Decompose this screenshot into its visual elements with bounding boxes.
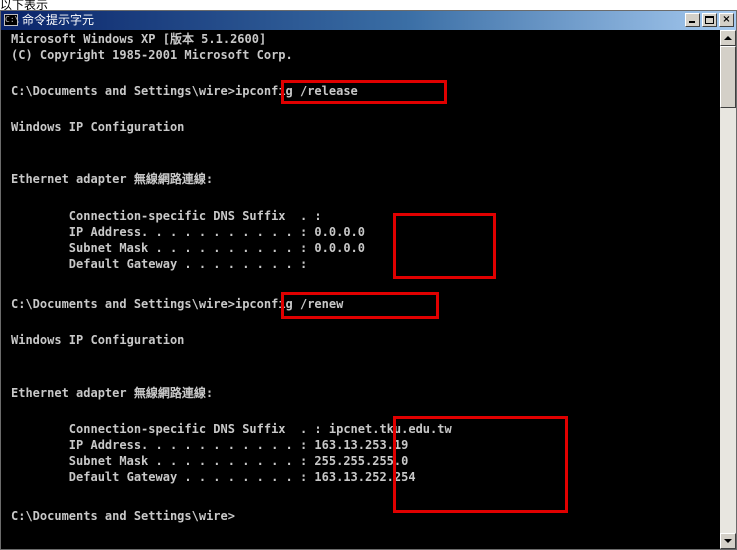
maximize-button[interactable]	[702, 13, 717, 27]
console-line: C:\Documents and Settings\wire>	[11, 509, 235, 523]
scroll-up-button[interactable]	[720, 30, 736, 46]
console-line: Microsoft Windows XP [版本 5.1.2600]	[11, 32, 267, 46]
console-output[interactable]: Microsoft Windows XP [版本 5.1.2600] (C) C…	[1, 30, 720, 549]
console-line: (C) Copyright 1985-2001 Microsoft Corp.	[11, 48, 293, 62]
console-line: Ethernet adapter 無線網路連線:	[11, 386, 214, 400]
window-title: 命令提示字元	[22, 13, 95, 27]
title-bar[interactable]: C:\ 命令提示字元 ×	[1, 11, 736, 30]
console-line: Connection-specific DNS Suffix . : ipcne…	[11, 422, 452, 436]
close-button[interactable]: ×	[719, 13, 734, 27]
scroll-down-button[interactable]	[720, 533, 736, 549]
console-line: Windows IP Configuration	[11, 120, 185, 134]
console-line: Default Gateway . . . . . . . . :	[11, 257, 308, 271]
console-line: Windows IP Configuration	[11, 333, 185, 347]
console-line: Subnet Mask . . . . . . . . . . : 0.0.0.…	[11, 241, 366, 255]
vertical-scrollbar[interactable]	[720, 30, 736, 549]
window-controls: ×	[685, 13, 734, 28]
console-line: Default Gateway . . . . . . . . : 163.13…	[11, 470, 416, 484]
highlight-box-renew-command	[281, 292, 439, 319]
caption-text: 以下表示	[0, 0, 49, 10]
console-line: Subnet Mask . . . . . . . . . . : 255.25…	[11, 454, 409, 468]
console-line: Connection-specific DNS Suffix . :	[11, 209, 322, 223]
console-line: IP Address. . . . . . . . . . . : 0.0.0.…	[11, 225, 366, 239]
highlight-box-release-values	[393, 213, 496, 279]
minimize-button[interactable]	[685, 13, 700, 27]
close-icon: ×	[722, 14, 731, 25]
highlight-box-release-command	[281, 80, 447, 104]
console-icon[interactable]: C:\	[4, 14, 19, 26]
scrollbar-thumb[interactable]	[720, 46, 736, 108]
highlight-box-renew-values	[393, 416, 568, 513]
command-prompt-window: C:\ 命令提示字元 × Microsoft Windows XP [版本 5.…	[0, 10, 737, 550]
console-line: Ethernet adapter 無線網路連線:	[11, 172, 214, 186]
console-line: IP Address. . . . . . . . . . . : 163.13…	[11, 438, 409, 452]
